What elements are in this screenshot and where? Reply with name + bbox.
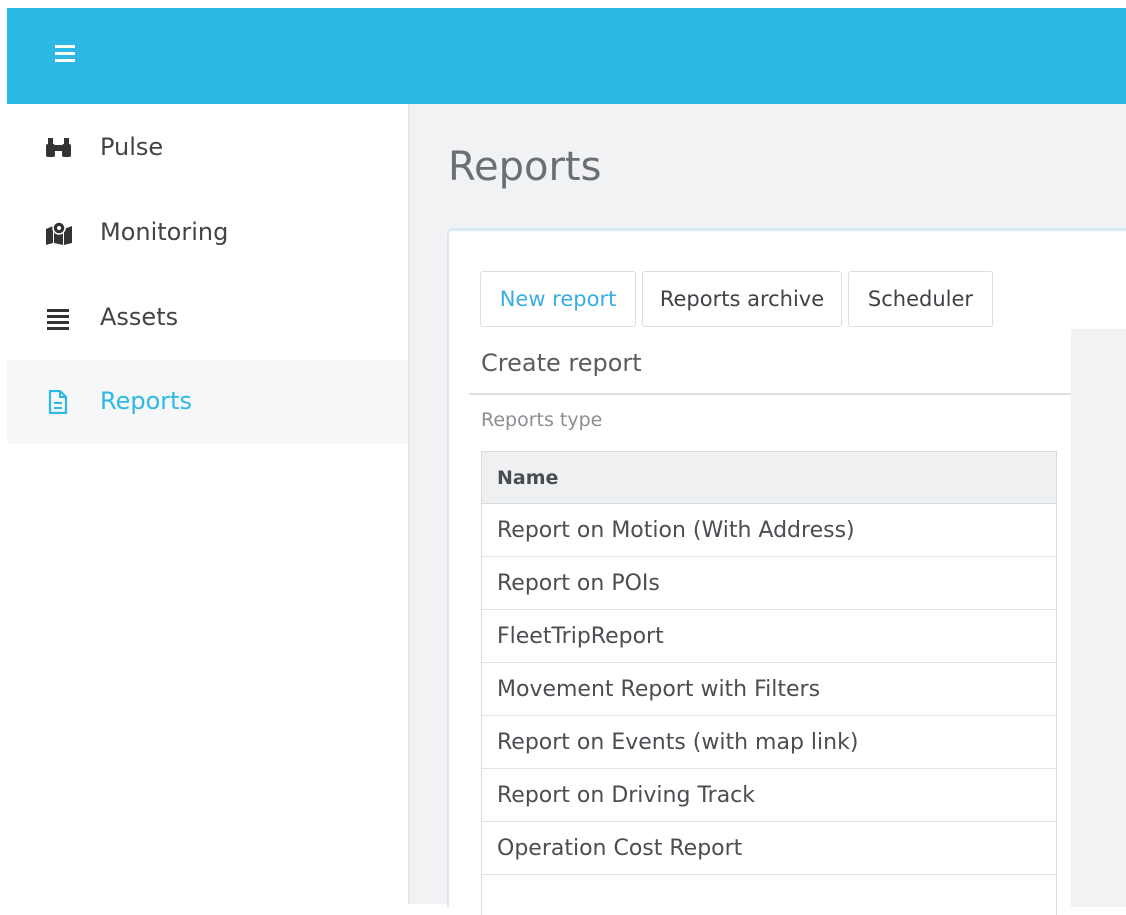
page-title: Reports xyxy=(448,144,602,190)
table-row[interactable]: Operation Cost Report xyxy=(482,822,1056,875)
list-icon xyxy=(45,306,73,330)
table-row[interactable]: Movement Report with Filters xyxy=(482,663,1056,716)
table-header-name[interactable]: Name xyxy=(482,452,1056,504)
table-row[interactable]: Report on Motion (With Address) xyxy=(482,504,1056,557)
reports-panel: New report Reports archive Scheduler Cre… xyxy=(447,228,1126,915)
sidebar-item-label: Pulse xyxy=(100,133,164,161)
sidebar-item-label: Reports xyxy=(100,387,193,415)
sidebar-item-label: Monitoring xyxy=(100,218,229,246)
section-subtitle: Reports type xyxy=(481,409,603,431)
tab-reports-archive[interactable]: Reports archive xyxy=(642,271,842,327)
tab-scheduler[interactable]: Scheduler xyxy=(848,271,993,327)
document-icon xyxy=(45,389,73,415)
section-title: Create report xyxy=(481,349,642,377)
binoculars-icon xyxy=(45,136,73,160)
table-row[interactable]: FleetTripReport xyxy=(482,610,1056,663)
section-divider xyxy=(469,393,1071,395)
sidebar-item-monitoring[interactable]: Monitoring xyxy=(7,191,408,275)
table-row-empty xyxy=(482,875,1056,915)
main-content: Reports New report Reports archive Sched… xyxy=(410,104,1126,915)
map-pin-icon xyxy=(45,221,73,245)
table-row[interactable]: Report on Driving Track xyxy=(482,769,1056,822)
table-row[interactable]: Report on Events (with map link) xyxy=(482,716,1056,769)
sidebar: Pulse Monitoring Assets Reports xyxy=(7,104,410,904)
panel-side-strip xyxy=(1071,329,1126,907)
sidebar-item-assets[interactable]: Assets xyxy=(7,276,408,360)
table-row[interactable]: Report on POIs xyxy=(482,557,1056,610)
reports-type-table: Name Report on Motion (With Address) Rep… xyxy=(481,451,1057,915)
sidebar-item-reports[interactable]: Reports xyxy=(7,360,408,444)
top-bar xyxy=(7,8,1126,104)
sidebar-item-label: Assets xyxy=(100,303,179,331)
hamburger-menu-icon[interactable] xyxy=(53,41,79,67)
tab-new-report[interactable]: New report xyxy=(480,271,636,327)
sidebar-item-pulse[interactable]: Pulse xyxy=(7,106,408,190)
